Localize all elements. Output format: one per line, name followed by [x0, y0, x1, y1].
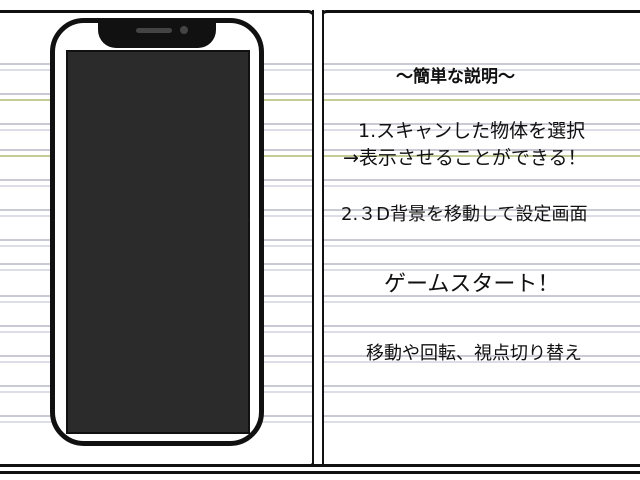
phone-screen	[66, 50, 250, 434]
ruled-line	[322, 325, 640, 333]
notebook-binding	[312, 10, 324, 468]
phone-notch	[98, 18, 216, 48]
ruled-line	[322, 385, 640, 393]
camera-icon	[180, 26, 188, 34]
step1-text: 1.スキャンした物体を選択	[358, 120, 586, 142]
smartphone-illustration	[50, 18, 264, 446]
ruled-line	[322, 239, 640, 247]
instructions-title: ～簡単な説明～	[396, 67, 515, 87]
speaker-icon	[136, 28, 172, 33]
controls-text: 移動や回転、視点切り替え	[366, 343, 582, 364]
game-start-text: ゲームスタート！	[384, 272, 560, 297]
ruled-line	[322, 93, 640, 101]
ruled-line	[322, 415, 640, 423]
step2-text: 2.３D背景を移動して設定画面	[341, 204, 588, 225]
page-marker-icon: ◦◦	[241, 216, 251, 225]
step1-continuation-text: →表示させることができる！	[343, 147, 587, 169]
ruled-line	[322, 179, 640, 187]
notebook-cover-edge	[0, 464, 640, 474]
